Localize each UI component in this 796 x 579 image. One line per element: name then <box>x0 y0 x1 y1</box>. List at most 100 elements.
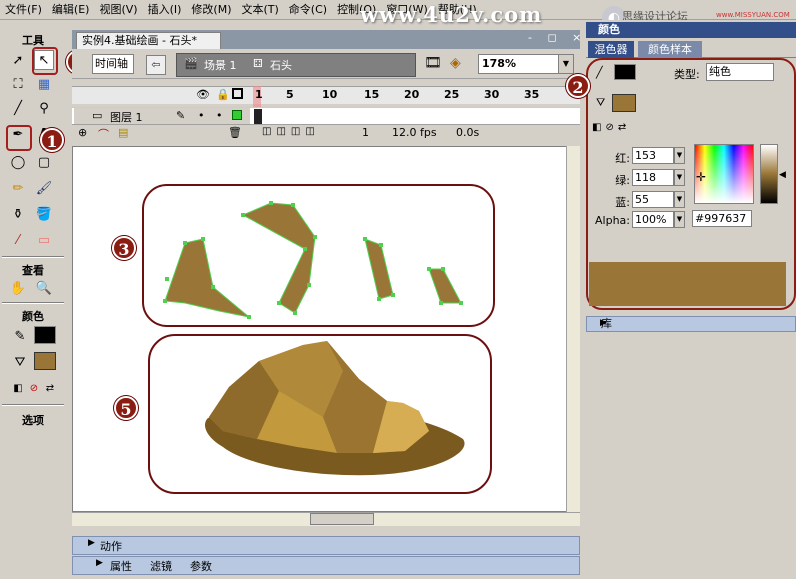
chevron-down-icon[interactable]: ▼ <box>558 55 573 73</box>
actions-panel-title[interactable]: 动作 <box>100 538 122 554</box>
oval-tool-icon[interactable]: ◯ <box>8 152 28 172</box>
expand-arrow-icon[interactable]: ▶ <box>88 538 95 548</box>
eyedropper-icon[interactable]: ⁄ <box>8 230 28 250</box>
stroke-color-icon[interactable]: ✎ <box>10 326 30 346</box>
menu-item[interactable]: 编辑(E) <box>47 0 95 20</box>
layer-name[interactable]: 图层 1 <box>110 109 143 125</box>
chevron-down-icon[interactable]: ▼ <box>674 211 685 228</box>
document-window-buttons[interactable]: - ◻ × <box>528 31 587 44</box>
lock-icon[interactable]: 🔒 <box>216 88 230 101</box>
properties-panel-header[interactable] <box>72 556 580 575</box>
tab-filters[interactable]: 滤镜 <box>150 558 172 574</box>
alpha-label: Alpha: <box>595 214 630 227</box>
stone-shard[interactable] <box>364 238 394 300</box>
chevron-down-icon[interactable]: ▼ <box>674 191 685 208</box>
zoom-tool-icon[interactable]: 🔍 <box>34 278 54 298</box>
frame-number: 15 <box>364 88 380 101</box>
add-motion-guide-icon[interactable]: ⌒ <box>98 126 109 142</box>
tab-color-swatches[interactable]: 颜色样本 <box>638 41 702 58</box>
tab-parameters[interactable]: 参数 <box>190 558 212 574</box>
line-tool-icon[interactable]: ╱ <box>8 98 28 118</box>
vertical-scrollbar[interactable] <box>566 146 580 512</box>
fill-transform-icon[interactable]: ▦ <box>34 74 54 94</box>
rectangle-tool-icon[interactable]: ▢ <box>34 152 54 172</box>
menu-item[interactable]: 文本(T) <box>236 0 283 20</box>
timeline-button[interactable]: 时间轴 <box>92 54 134 74</box>
step-badge-5: 5 <box>114 396 138 420</box>
actions-panel-header[interactable] <box>72 536 580 555</box>
free-transform-icon[interactable]: ⛶ <box>8 74 28 94</box>
document-tab[interactable]: 实例4.基础绘画 - 石头* <box>76 32 221 49</box>
add-folder-icon[interactable]: ▤ <box>118 126 128 139</box>
brightness-slider[interactable] <box>760 144 778 204</box>
color-panel-title[interactable]: 颜色 <box>586 22 796 38</box>
back-arrow-icon[interactable]: ⇦ <box>146 55 166 75</box>
tab-color-mixer[interactable]: 混色器 <box>588 41 634 58</box>
onion-skin-icons[interactable]: ◫◫◫◫ <box>262 126 320 137</box>
eraser-icon[interactable]: ▭ <box>34 230 54 250</box>
stroke-icon[interactable]: ╱ <box>596 66 603 79</box>
fill-color-swatch[interactable] <box>612 94 636 112</box>
red-input[interactable]: 153 <box>632 147 674 164</box>
menu-item[interactable]: 文件(F) <box>0 0 47 20</box>
library-panel-title[interactable]: 库 <box>586 316 796 332</box>
swap-colors-icon[interactable]: ⇄ <box>40 378 60 398</box>
hex-input[interactable]: #997637 <box>692 210 752 227</box>
finished-stone[interactable] <box>204 341 465 476</box>
expand-arrow-icon[interactable]: ▶ <box>96 558 103 568</box>
crosshair-icon: ✛ <box>696 170 707 184</box>
arrow-tool-icon[interactable]: ➚ <box>8 50 28 70</box>
breadcrumb-scene[interactable]: 场景 1 <box>204 57 237 73</box>
slider-arrow-icon[interactable]: ◀ <box>779 170 786 180</box>
tools-divider <box>2 302 64 304</box>
color-preview <box>589 262 786 306</box>
alpha-input[interactable]: 100% <box>632 211 674 228</box>
fill-type-select[interactable]: 纯色 <box>706 63 774 81</box>
ink-bottle-icon[interactable]: ⚱ <box>8 204 28 224</box>
fill-color-icon[interactable]: ⛛ <box>10 352 30 372</box>
trash-icon[interactable]: 🗑 <box>228 126 242 139</box>
frame-number: 25 <box>444 88 460 101</box>
stage-drawing <box>142 184 495 494</box>
menu-item[interactable]: 视图(V) <box>94 0 142 20</box>
lock-dot[interactable]: • <box>216 109 223 122</box>
fill-color-swatch[interactable] <box>34 352 56 370</box>
scrollbar-thumb[interactable] <box>310 513 374 525</box>
menu-item[interactable]: 修改(M) <box>186 0 236 20</box>
edit-symbols-icon[interactable]: 🎞 <box>424 55 442 71</box>
fill-bucket-icon[interactable]: ⛛ <box>596 96 605 110</box>
library-panel-body <box>586 332 796 579</box>
stone-shard[interactable] <box>428 268 462 304</box>
subselect-tool-highlight <box>32 47 58 75</box>
outline-color-box[interactable] <box>232 110 242 120</box>
stroke-color-swatch[interactable] <box>34 326 56 344</box>
lasso-tool-icon[interactable]: ⚲ <box>34 98 54 118</box>
blue-input[interactable]: 55 <box>632 191 674 208</box>
expand-arrow-icon[interactable]: ▶ <box>600 318 607 328</box>
brush-tool-icon[interactable]: 🖌 <box>34 178 54 198</box>
breadcrumb-symbol[interactable]: 石头 <box>270 57 292 73</box>
current-frame: 1 <box>362 126 369 139</box>
tab-properties[interactable]: 属性 <box>110 558 132 574</box>
outline-icon[interactable] <box>232 88 243 99</box>
hand-tool-icon[interactable]: ✋ <box>8 278 28 298</box>
visibility-dot[interactable]: • <box>198 109 205 122</box>
stage[interactable] <box>72 146 568 512</box>
menu-item[interactable]: 插入(I) <box>143 0 187 20</box>
stone-outline-shapes[interactable] <box>163 201 463 319</box>
fill-type-label: 类型: <box>674 68 700 81</box>
green-input[interactable]: 118 <box>632 169 674 186</box>
stroke-color-swatch[interactable] <box>614 64 636 80</box>
edit-scene-icon[interactable]: ◈ <box>450 55 461 71</box>
pencil-tool-icon[interactable]: ✏ <box>8 178 28 198</box>
menu-item[interactable]: 命令(C) <box>284 0 332 20</box>
color-swap-icons[interactable]: ◧⊘⇄ <box>592 122 630 133</box>
add-layer-icon[interactable]: ⊕ <box>78 126 87 139</box>
eye-icon[interactable]: 👁 <box>196 88 210 101</box>
stone-shard[interactable] <box>241 202 316 314</box>
stone-shard[interactable] <box>164 238 250 318</box>
paint-bucket-icon[interactable]: 🪣 <box>34 204 54 224</box>
keyframe[interactable] <box>254 109 262 124</box>
chevron-down-icon[interactable]: ▼ <box>674 147 685 164</box>
chevron-down-icon[interactable]: ▼ <box>674 169 685 186</box>
